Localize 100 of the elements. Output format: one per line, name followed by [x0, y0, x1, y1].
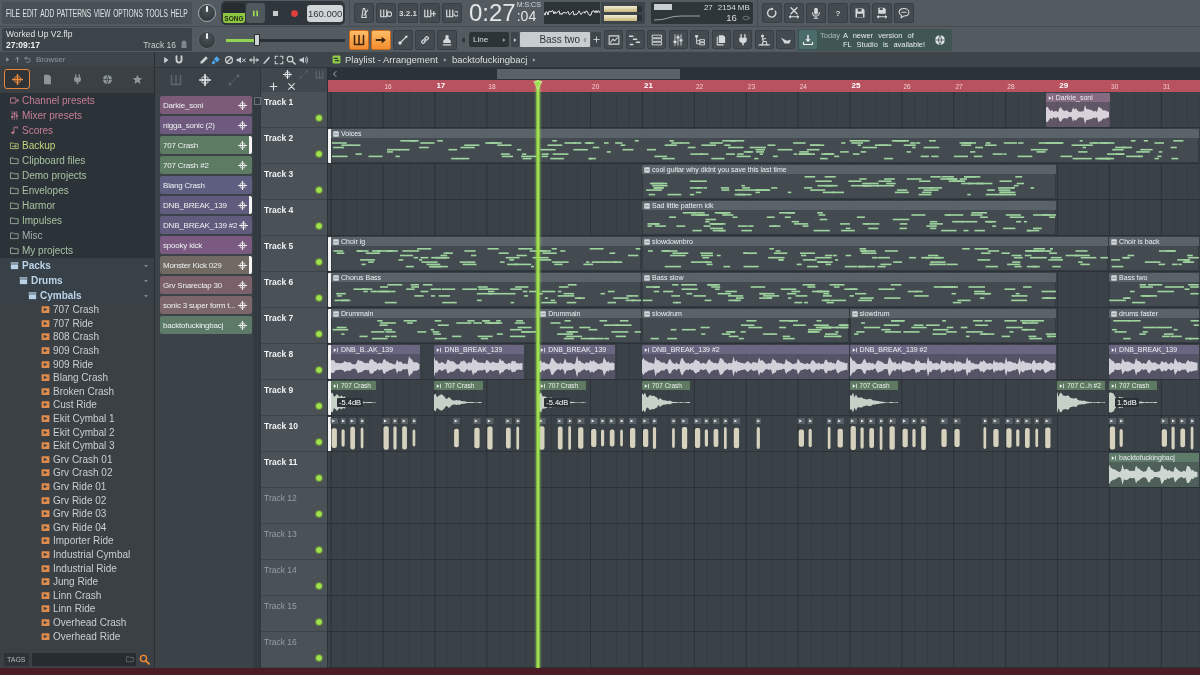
pencil-icon[interactable] — [198, 54, 209, 65]
browser-item[interactable]: Overhead Ride — [0, 629, 154, 643]
menu-item[interactable]: ADD — [40, 7, 55, 19]
led-icon[interactable] — [315, 618, 323, 626]
playhead[interactable] — [534, 80, 542, 668]
browser-item[interactable]: Ekit Cymbal 2 — [0, 425, 154, 439]
browser-item[interactable]: Grv Ride 03 — [0, 506, 154, 521]
magnet-icon[interactable] — [173, 54, 184, 65]
search-icon[interactable] — [139, 653, 150, 665]
browser-item[interactable]: Impulses — [0, 213, 154, 228]
led-icon[interactable] — [315, 366, 323, 374]
menu-item[interactable]: EDIT — [22, 7, 38, 19]
keyboard-loop-button[interactable] — [442, 3, 462, 23]
picker-clip[interactable]: 707 Crash — [160, 136, 252, 154]
picker-clip[interactable]: Monster Kick 029 — [160, 256, 252, 274]
brush-icon[interactable] — [211, 54, 221, 65]
browser-item[interactable]: Clipboard files — [0, 153, 154, 168]
pattern-name[interactable]: backtofuckingbacj — [451, 54, 528, 65]
track-header[interactable]: Track 1 — [261, 92, 327, 128]
menu-item[interactable]: HELP — [170, 7, 188, 19]
led-icon[interactable] — [315, 654, 323, 662]
countdown-button[interactable]: 3.2.1 — [398, 3, 418, 23]
browser-item[interactable]: Grv Crash 02 — [0, 466, 154, 480]
snap-dropdown[interactable]: Line — [469, 32, 509, 47]
menu-item[interactable]: OPTIONS — [113, 7, 143, 19]
track-header[interactable]: Track 9 — [261, 380, 327, 416]
track-header[interactable]: Track 5 — [261, 236, 327, 272]
caret-icon[interactable] — [4, 55, 11, 63]
chevron-left-icon[interactable] — [331, 70, 339, 78]
browser-item[interactable]: My projects — [0, 243, 154, 258]
browser-item[interactable]: 909 Crash — [0, 343, 154, 358]
step-grid-button[interactable] — [625, 30, 645, 49]
menu-item[interactable]: PATTERNS — [56, 7, 92, 19]
zoom-icon[interactable] — [286, 54, 296, 65]
browser-item[interactable]: Jung Ride — [0, 574, 154, 589]
picker-clip[interactable]: 707 Crash #2 — [160, 156, 252, 174]
picker-clip[interactable]: Blang Crash — [160, 176, 252, 194]
keyboard-button[interactable] — [349, 29, 369, 50]
track-header[interactable]: Track 10 — [261, 416, 327, 452]
plus-icon[interactable] — [269, 81, 278, 91]
picker-clip[interactable]: spooky kick — [160, 236, 252, 254]
track-header[interactable]: Track 7 — [261, 308, 327, 344]
led-icon[interactable] — [315, 582, 323, 590]
keyboard-clock-button[interactable] — [376, 3, 396, 23]
picker-clip[interactable]: backtofuckingbacj — [160, 316, 252, 334]
browser-item[interactable]: Ekit Cymbal 1 — [0, 411, 154, 426]
browser-item[interactable]: Grv Ride 02 — [0, 493, 154, 507]
scroll-thumb[interactable] — [497, 69, 680, 79]
pitch-knob[interactable] — [198, 30, 216, 49]
browser-item[interactable]: Misc — [0, 228, 154, 243]
led-icon[interactable] — [315, 438, 323, 446]
led-icon[interactable] — [315, 258, 323, 266]
menu-item[interactable]: TOOLS — [145, 7, 168, 19]
browser-item[interactable]: Scores — [0, 123, 154, 138]
crosshair-icon[interactable] — [283, 69, 292, 79]
track-header[interactable]: Track 3 — [261, 164, 327, 200]
browser-tab[interactable] — [4, 69, 30, 89]
speaker-icon[interactable] — [298, 54, 309, 65]
browser-item[interactable]: 707 Ride — [0, 316, 154, 331]
download-button[interactable] — [799, 30, 817, 49]
tags-field[interactable] — [31, 652, 136, 666]
metronome-button[interactable] — [354, 3, 374, 23]
track-header[interactable]: Track 6 — [261, 272, 327, 308]
picker-clip[interactable]: Grv Snareclap 30 — [160, 276, 252, 294]
picker-clip[interactable]: DNB_BREAK_139 #2 — [160, 216, 252, 234]
track-header[interactable]: Track 2 — [261, 128, 327, 164]
speech-bubble-button[interactable] — [893, 3, 914, 23]
muted-speaker-icon[interactable] — [236, 54, 246, 65]
caret-icon[interactable] — [161, 54, 171, 65]
add-pattern-button[interactable] — [591, 32, 601, 47]
browser-item[interactable]: Demo projects — [0, 168, 154, 183]
caret-icon[interactable] — [531, 56, 538, 63]
globe-icon[interactable] — [933, 33, 946, 46]
browser-item[interactable]: Ekit Cymbal 3 — [0, 438, 154, 453]
browser-item[interactable]: Blang Crash — [0, 370, 154, 385]
browser-item[interactable]: Linn Ride — [0, 602, 154, 616]
double-arrow-icon[interactable] — [248, 54, 259, 65]
browser-item[interactable]: 707 Crash — [0, 303, 154, 317]
picker-clip[interactable]: sonic 3 super form t... — [160, 296, 252, 314]
browser-item[interactable]: 808 Crash — [0, 330, 154, 344]
browser-item[interactable]: Channel presets — [0, 93, 154, 108]
slider-thumb[interactable] — [253, 33, 260, 46]
slide-note-button[interactable] — [393, 29, 413, 50]
x-arrows-button[interactable] — [783, 3, 804, 23]
pattern-selector[interactable]: Bass two — [520, 32, 590, 47]
circle-slash-icon[interactable] — [223, 54, 234, 65]
led-icon[interactable] — [315, 150, 323, 158]
stamp-button[interactable] — [437, 29, 457, 50]
track-header[interactable]: Track 4 — [261, 200, 327, 236]
browser-item[interactable]: Industrial Cymbal — [0, 547, 154, 562]
pause-button[interactable] — [245, 3, 265, 23]
browser-item[interactable]: Grv Crash 01 — [0, 452, 154, 467]
chain-link-button[interactable] — [415, 29, 435, 50]
led-icon[interactable] — [315, 546, 323, 554]
selection-corners-icon[interactable] — [273, 54, 284, 65]
track-header[interactable]: Track 8 — [261, 344, 327, 380]
browser-item[interactable]: Mixer presets — [0, 108, 154, 123]
browser-item[interactable]: 909 Ride — [0, 357, 154, 371]
browser-item[interactable]: Backup — [0, 138, 154, 153]
led-icon[interactable] — [315, 474, 323, 482]
